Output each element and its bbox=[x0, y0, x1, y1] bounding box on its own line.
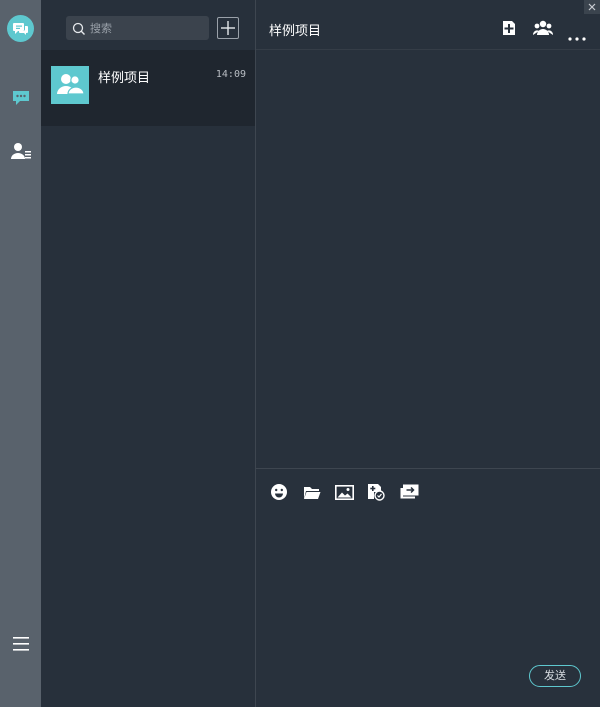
chat-header: 样例项目 bbox=[256, 0, 600, 50]
group-members-icon[interactable] bbox=[532, 20, 554, 40]
more-icon[interactable] bbox=[568, 26, 586, 45]
conversation-item[interactable]: 样例项目 14:09 bbox=[41, 50, 255, 126]
search-icon bbox=[72, 21, 86, 35]
conversation-name: 样例项目 bbox=[98, 71, 151, 86]
input-divider bbox=[256, 468, 600, 469]
screenshot-icon[interactable] bbox=[367, 483, 385, 505]
app-logo-icon bbox=[7, 15, 34, 42]
group-icon bbox=[51, 66, 89, 104]
send-button[interactable]: 发送 bbox=[529, 665, 581, 687]
chat-panel: 样例项目 发送 bbox=[256, 0, 600, 707]
menu-icon[interactable] bbox=[12, 636, 30, 652]
app-window: 样例项目 14:09 样例项目 bbox=[0, 0, 600, 707]
chat-title: 样例项目 bbox=[269, 24, 322, 39]
screen-share-icon[interactable] bbox=[400, 484, 419, 504]
close-icon bbox=[588, 3, 596, 11]
emoji-icon[interactable] bbox=[270, 483, 288, 505]
search-input[interactable] bbox=[90, 16, 205, 40]
conversation-list-panel: 样例项目 14:09 bbox=[41, 0, 255, 707]
close-button[interactable] bbox=[584, 0, 600, 14]
left-rail bbox=[0, 0, 41, 707]
plus-icon bbox=[221, 21, 235, 35]
add-file-icon[interactable] bbox=[501, 20, 517, 40]
image-icon[interactable] bbox=[335, 485, 354, 504]
chat-icon[interactable] bbox=[12, 90, 30, 106]
conversation-time: 14:09 bbox=[215, 69, 246, 80]
search-box[interactable] bbox=[66, 16, 209, 40]
folder-icon[interactable] bbox=[303, 485, 321, 504]
contacts-icon[interactable] bbox=[11, 142, 31, 160]
add-button[interactable] bbox=[217, 17, 239, 39]
